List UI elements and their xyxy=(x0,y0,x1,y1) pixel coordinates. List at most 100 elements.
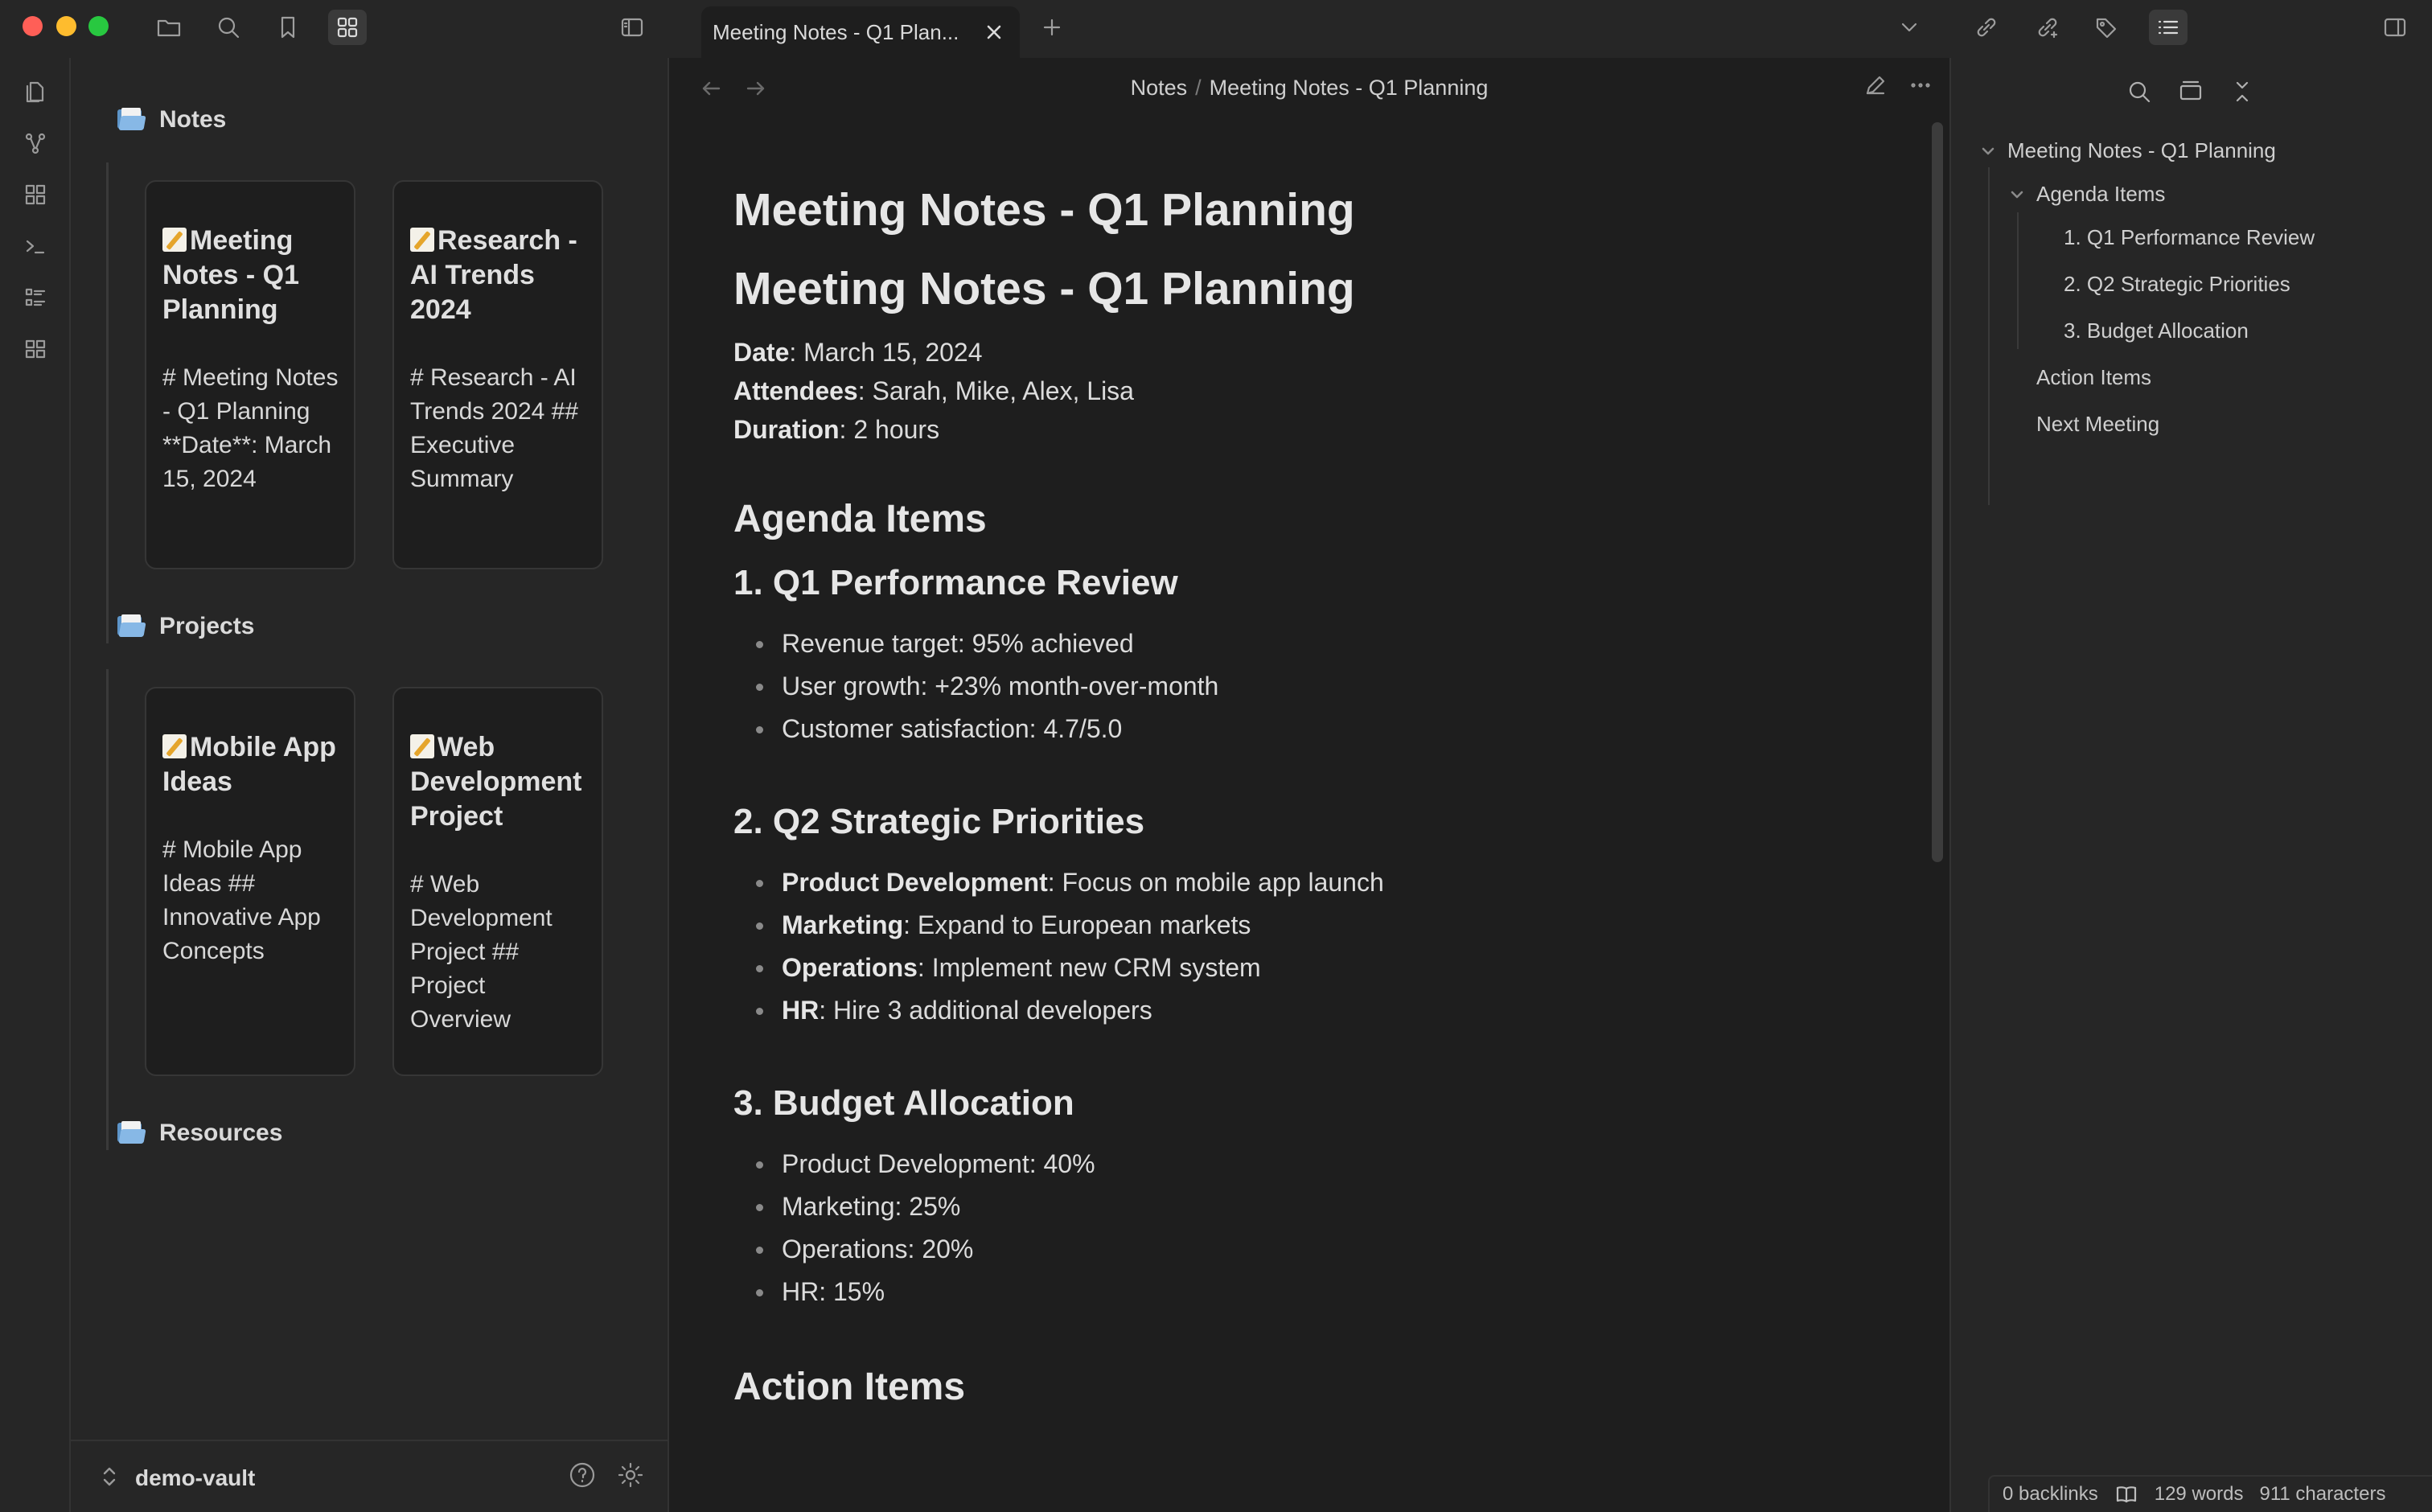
memo-icon xyxy=(162,734,187,758)
link-out-icon[interactable] xyxy=(2028,10,2067,45)
note-card[interactable]: Meeting Notes - Q1 Planning # Meeting No… xyxy=(145,180,355,569)
apps-grid-icon[interactable] xyxy=(16,330,55,368)
card-excerpt: # Mobile App Ideas ## Innovative App Con… xyxy=(162,836,321,964)
close-window-button[interactable] xyxy=(23,16,43,36)
bullet-list: Product Development: Focus on mobile app… xyxy=(733,861,1779,1032)
list-item: HR: 15% xyxy=(733,1271,1779,1313)
outline-item-sub[interactable]: 3. Budget Allocation xyxy=(2064,318,2249,343)
bullet-list: Product Development: 40% Marketing: 25% … xyxy=(733,1143,1779,1313)
canvas-icon[interactable] xyxy=(16,175,55,214)
active-tab[interactable]: Meeting Notes - Q1 Plan... xyxy=(701,6,1020,58)
file-explorer-sidebar: Notes Meeting Notes - Q1 Planning # Meet… xyxy=(71,58,669,1512)
outline-item-root[interactable]: Meeting Notes - Q1 Planning xyxy=(2007,138,2276,163)
status-bar: 0 backlinks 129 words 911 characters xyxy=(1988,1475,2432,1512)
vault-name[interactable]: demo-vault xyxy=(135,1465,255,1491)
title-bar: Meeting Notes - Q1 Plan... xyxy=(0,0,2432,58)
search-icon[interactable] xyxy=(2122,74,2157,109)
folder-guide-line xyxy=(106,669,109,1150)
collapse-panel-icon[interactable] xyxy=(2173,74,2208,109)
link-icon[interactable] xyxy=(1967,10,2006,45)
breadcrumb-current[interactable]: Meeting Notes - Q1 Planning xyxy=(1210,76,1489,100)
editor-scrollbar[interactable] xyxy=(1932,122,1943,862)
heading-section: 3. Budget Allocation xyxy=(733,1083,1074,1123)
graph-icon[interactable] xyxy=(16,124,55,162)
memo-icon xyxy=(162,228,187,252)
view-header: Notes / Meeting Notes - Q1 Planning xyxy=(669,58,1949,117)
outline-item-sub[interactable]: 2. Q2 Strategic Priorities xyxy=(2064,272,2290,297)
chevron-down-icon[interactable] xyxy=(2007,185,2027,204)
folder-icon xyxy=(117,614,146,639)
list-item: Marketing: 25% xyxy=(733,1185,1779,1228)
minimize-window-button[interactable] xyxy=(56,16,76,36)
note-card[interactable]: Research - AI Trends 2024 # Research - A… xyxy=(392,180,603,569)
folder-resources[interactable]: Resources xyxy=(117,1120,282,1147)
list-item: Operations: Implement new CRM system xyxy=(733,947,1779,989)
folder-label: Notes xyxy=(159,106,227,133)
list-item: Operations: 20% xyxy=(733,1228,1779,1271)
chevron-down-icon[interactable] xyxy=(1890,10,1929,45)
vault-switcher-icon[interactable] xyxy=(98,1462,121,1491)
outline-item-sub[interactable]: 1. Q1 Performance Review xyxy=(2064,225,2315,250)
tab-close-icon[interactable] xyxy=(980,18,1009,47)
card-title: Research - AI Trends 2024 xyxy=(410,225,577,325)
heading-action-items: Action Items xyxy=(733,1366,966,1408)
sidebar-toggle-icon[interactable] xyxy=(613,10,651,45)
heading-section: 2. Q2 Strategic Priorities xyxy=(733,802,1145,841)
new-tab-plus-icon[interactable] xyxy=(1033,10,1071,45)
note-content[interactable]: Meeting Notes - Q1 Planning Meeting Note… xyxy=(733,171,1779,1411)
card-title: Web Development Project xyxy=(410,732,582,832)
search-icon[interactable] xyxy=(209,10,248,45)
meta-block: Date: March 15, 2024 Attendees: Sarah, M… xyxy=(733,333,1779,449)
collapse-all-icon[interactable] xyxy=(2225,74,2260,109)
edit-pencil-icon[interactable] xyxy=(1863,72,1895,105)
memo-icon xyxy=(410,228,434,252)
help-icon[interactable] xyxy=(568,1461,600,1493)
left-ribbon xyxy=(0,58,71,1512)
list-item: HR: Hire 3 additional developers xyxy=(733,989,1779,1032)
reading-book-icon[interactable] xyxy=(2114,1482,2138,1506)
folder-notes[interactable]: Notes xyxy=(117,106,226,134)
folder-label: Projects xyxy=(159,613,255,639)
note-card[interactable]: Web Development Project # Web Developmen… xyxy=(392,687,603,1076)
editor-pane: Notes / Meeting Notes - Q1 Planning Meetin… xyxy=(669,58,1949,1512)
tags-icon[interactable] xyxy=(2088,10,2126,45)
outline-item-agenda[interactable]: Agenda Items xyxy=(2036,182,2165,207)
word-count: 129 words xyxy=(2154,1483,2244,1505)
settings-gear-icon[interactable] xyxy=(616,1461,648,1493)
card-title: Meeting Notes - Q1 Planning xyxy=(162,225,300,325)
note-card[interactable]: Mobile App Ideas # Mobile App Ideas ## I… xyxy=(145,687,355,1076)
list-item: Product Development: Focus on mobile app… xyxy=(733,861,1779,904)
zoom-window-button[interactable] xyxy=(88,16,109,36)
card-excerpt: # Web Development Project ## Project Ove… xyxy=(410,871,553,1033)
folder-projects[interactable]: Projects xyxy=(117,613,254,640)
breadcrumb-parent[interactable]: Notes xyxy=(1131,76,1188,100)
outline-item-next[interactable]: Next Meeting xyxy=(2036,412,2159,437)
grid-icon[interactable] xyxy=(328,10,367,45)
bookmark-icon[interactable] xyxy=(269,10,307,45)
card-excerpt: # Meeting Notes - Q1 Planning **Date**: … xyxy=(162,364,339,492)
folder-label: Resources xyxy=(159,1120,283,1146)
chevron-down-icon[interactable] xyxy=(1978,142,1998,161)
outline-item-action[interactable]: Action Items xyxy=(2036,365,2151,390)
terminal-icon[interactable] xyxy=(16,227,55,265)
meta-attendees: Attendees: Sarah, Mike, Alex, Lisa xyxy=(733,376,1134,405)
vault-footer: demo-vault xyxy=(71,1440,668,1512)
outline-guide xyxy=(1988,167,1990,505)
heading-agenda-items: Agenda Items xyxy=(733,498,987,540)
note-heading-1: Meeting Notes - Q1 Planning xyxy=(733,263,1355,314)
files-icon[interactable] xyxy=(16,72,55,111)
breadcrumb-separator: / xyxy=(1195,76,1202,100)
outline-list-icon[interactable] xyxy=(2149,10,2188,45)
list-view-icon[interactable] xyxy=(16,278,55,317)
inline-title[interactable]: Meeting Notes - Q1 Planning xyxy=(733,171,1779,249)
obsidian-window: Meeting Notes - Q1 Plan... Notes Meeting… xyxy=(0,0,2432,1512)
folder-icon[interactable] xyxy=(150,10,188,45)
list-item: Marketing: Expand to European markets xyxy=(733,904,1779,947)
folder-guide-line xyxy=(106,162,109,643)
list-item: Revenue target: 95% achieved xyxy=(733,622,1779,665)
right-sidebar-icon[interactable] xyxy=(2376,10,2414,45)
more-options-icon[interactable] xyxy=(1908,72,1940,105)
list-item: Product Development: 40% xyxy=(733,1143,1779,1185)
card-excerpt: # Research - AI Trends 2024 ## Executive… xyxy=(410,364,579,492)
backlinks-count[interactable]: 0 backlinks xyxy=(2003,1483,2098,1506)
